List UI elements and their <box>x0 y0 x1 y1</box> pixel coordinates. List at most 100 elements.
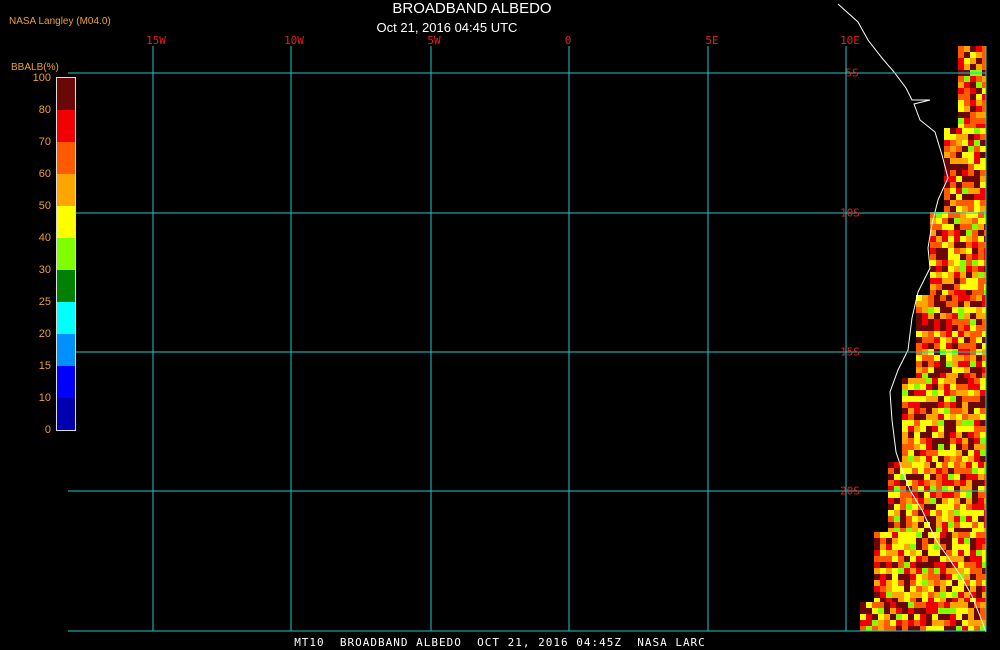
albedo-pixel <box>952 313 958 319</box>
albedo-pixel <box>966 474 972 480</box>
albedo-pixel <box>970 106 976 112</box>
albedo-pixel <box>976 586 982 592</box>
albedo-pixel <box>980 414 986 420</box>
albedo-pixel <box>942 284 948 290</box>
albedo-pixel <box>982 94 986 100</box>
albedo-pixel <box>974 408 980 414</box>
albedo-pixel <box>944 414 950 420</box>
albedo-pixel <box>964 124 970 128</box>
albedo-pixel <box>974 200 980 206</box>
albedo-pixel <box>944 438 950 444</box>
albedo-pixel <box>964 301 970 307</box>
albedo-pixel <box>958 52 964 58</box>
albedo-pixel <box>974 384 980 390</box>
albedo-pixel <box>954 516 960 522</box>
albedo-pixel <box>968 444 974 450</box>
albedo-pixel <box>934 592 940 598</box>
albedo-pixel <box>872 626 878 631</box>
albedo-pixel <box>928 550 934 556</box>
albedo-pixel <box>944 134 950 140</box>
albedo-pixel <box>956 438 962 444</box>
albedo-pixel <box>942 218 948 224</box>
albedo-pixel <box>962 620 968 626</box>
albedo-pixel <box>914 456 920 462</box>
albedo-pixel <box>916 574 922 580</box>
albedo-pixel <box>908 390 914 396</box>
albedo-pixel <box>982 301 986 307</box>
albedo-pixel <box>926 390 932 396</box>
albedo-pixel <box>964 88 970 94</box>
albedo-pixel <box>874 556 880 562</box>
albedo-pixel <box>952 556 958 562</box>
albedo-pixel <box>952 580 958 586</box>
albedo-pixel <box>904 598 910 602</box>
albedo-pixel <box>930 278 936 284</box>
albedo-pixel <box>934 301 940 307</box>
scale-tick: 30 <box>38 264 51 276</box>
albedo-pixel <box>978 260 984 266</box>
albedo-pixel <box>970 373 976 378</box>
albedo-pixel <box>910 544 916 550</box>
albedo-pixel <box>956 414 962 420</box>
albedo-pixel <box>954 248 960 254</box>
albedo-pixel <box>970 319 976 325</box>
albedo-pixel <box>968 402 974 408</box>
albedo-pixel <box>982 556 986 562</box>
albedo-pixel <box>936 254 942 260</box>
albedo-pixel <box>952 586 958 592</box>
albedo-pixel <box>968 456 974 462</box>
albedo-pixel <box>884 602 890 608</box>
albedo-pixel <box>976 307 982 313</box>
albedo-pixel <box>980 140 986 146</box>
albedo-pixel <box>952 343 958 349</box>
albedo-pixel <box>976 112 982 118</box>
albedo-pixel <box>964 112 970 118</box>
albedo-pixel <box>884 620 890 626</box>
albedo-pixel <box>976 367 982 373</box>
albedo-pixel <box>926 608 932 614</box>
albedo-pixel <box>970 580 976 586</box>
albedo-pixel <box>872 620 878 626</box>
albedo-pixel <box>878 614 884 620</box>
albedo-pixel <box>938 626 944 631</box>
albedo-pixel <box>902 432 908 438</box>
albedo-pixel <box>980 158 986 164</box>
albedo-pixel <box>928 598 934 602</box>
albedo-pixel <box>982 343 986 349</box>
albedo-pixel <box>946 319 952 325</box>
albedo-pixel <box>952 367 958 373</box>
albedo-pixel <box>866 602 872 608</box>
lat-label-20s: 20S <box>840 484 860 498</box>
albedo-pixel <box>866 614 872 620</box>
albedo-pixel <box>966 528 972 532</box>
albedo-pixel <box>928 538 934 544</box>
albedo-pixel <box>908 608 914 614</box>
albedo-pixel <box>982 538 986 544</box>
albedo-pixel <box>968 420 974 426</box>
albedo-pixel <box>956 626 962 631</box>
albedo-pixel <box>966 462 972 468</box>
albedo-pixel <box>944 426 950 432</box>
albedo-pixel <box>938 450 944 456</box>
albedo-pixel <box>968 608 974 614</box>
albedo-pixel <box>942 272 948 278</box>
color-swatch <box>57 334 75 366</box>
albedo-pixel <box>976 580 982 586</box>
albedo-pixel <box>888 528 894 532</box>
albedo-pixel <box>948 480 954 486</box>
albedo-pixel <box>982 124 986 128</box>
map-timestamp: Oct 21, 2016 04:45 UTC <box>376 20 518 35</box>
albedo-pixel <box>958 319 964 325</box>
albedo-pixel <box>978 248 984 254</box>
albedo-pixel <box>872 614 878 620</box>
albedo-pixel <box>982 295 986 301</box>
albedo-pixel <box>954 522 960 528</box>
albedo-pixel <box>970 556 976 562</box>
albedo-pixel <box>956 614 962 620</box>
albedo-pixel <box>970 355 976 361</box>
albedo-pixel <box>972 278 978 284</box>
albedo-pixel <box>954 266 960 272</box>
albedo-pixel <box>982 574 986 580</box>
albedo-pixel <box>974 182 980 188</box>
albedo-pixel <box>904 544 910 550</box>
